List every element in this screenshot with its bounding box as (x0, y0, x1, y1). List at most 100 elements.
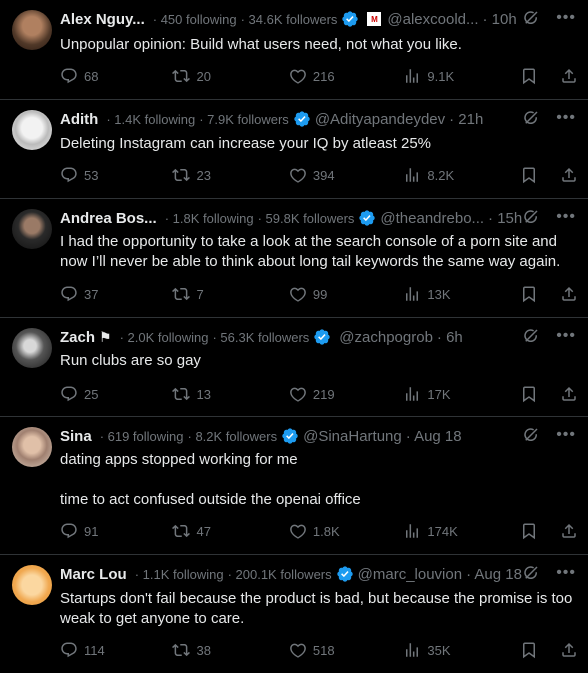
timestamp[interactable]: · 21h (449, 111, 483, 128)
more-icon[interactable]: ••• (556, 564, 576, 582)
retweet-button[interactable]: 20 (172, 67, 288, 85)
retweet-button[interactable]: 7 (172, 285, 288, 303)
user-handle[interactable]: @marc_louvion (358, 566, 462, 583)
share-button[interactable] (560, 285, 578, 303)
share-button[interactable] (560, 641, 578, 659)
followers-count: · 34.6K followers (240, 11, 338, 27)
action-bar: 68 20 216 9.1K (60, 66, 578, 86)
more-icon[interactable]: ••• (556, 327, 576, 345)
grok-icon[interactable] (522, 327, 540, 345)
like-button[interactable]: 1.8K (289, 522, 403, 540)
more-icon[interactable]: ••• (556, 426, 576, 444)
retweet-icon (172, 385, 190, 403)
user-handle[interactable]: @alexcoold... (387, 11, 478, 28)
more-icon[interactable]: ••• (556, 208, 576, 226)
bookmark-button[interactable] (520, 285, 538, 303)
reply-button[interactable]: 53 (60, 166, 172, 184)
avatar[interactable] (12, 427, 52, 467)
reply-icon (60, 641, 78, 659)
grok-icon[interactable] (522, 9, 540, 27)
timestamp[interactable]: · 6h (437, 329, 463, 346)
display-name[interactable]: Alex Nguy... (60, 11, 145, 28)
avatar[interactable] (12, 565, 52, 605)
tweet-card[interactable]: Zach ⚑ · 2.0K following · 56.3K follower… (0, 318, 588, 417)
reply-button[interactable]: 91 (60, 522, 172, 540)
verified-icon (341, 10, 359, 28)
tweet-text: Run clubs are so gay (60, 352, 201, 369)
reply-button[interactable]: 114 (60, 641, 172, 659)
share-button[interactable] (560, 385, 578, 403)
retweet-button[interactable]: 47 (172, 522, 288, 540)
like-button[interactable]: 219 (289, 385, 403, 403)
views-button[interactable]: 8.2K (403, 166, 506, 184)
views-button[interactable]: 17K (403, 385, 506, 403)
bookmark-button[interactable] (520, 67, 538, 85)
views-button[interactable]: 9.1K (403, 67, 506, 85)
views-button[interactable]: 13K (403, 285, 506, 303)
retweet-icon (172, 641, 190, 659)
share-button[interactable] (560, 166, 578, 184)
grok-icon[interactable] (522, 208, 540, 226)
affiliate-badge-icon[interactable]: M (367, 12, 382, 26)
views-button[interactable]: 174K (403, 522, 506, 540)
tweet-card[interactable]: Andrea Bos... · 1.8K following · 59.8K f… (0, 199, 588, 318)
grok-icon[interactable] (522, 426, 540, 444)
header-actions: ••• (522, 327, 576, 345)
display-name[interactable]: Marc Lou (60, 566, 127, 583)
views-icon (403, 385, 421, 403)
retweet-button[interactable]: 38 (172, 641, 288, 659)
verified-icon (336, 565, 354, 583)
action-bar: 91 47 1.8K 174K (60, 521, 578, 541)
views-count: 17K (427, 386, 451, 402)
like-button[interactable]: 99 (289, 285, 403, 303)
grok-icon[interactable] (522, 564, 540, 582)
retweet-button[interactable]: 13 (172, 385, 288, 403)
tweet-card[interactable]: Adith · 1.4K following · 7.9K followers … (0, 100, 588, 199)
views-count: 35K (427, 642, 451, 658)
bookmark-button[interactable] (520, 641, 538, 659)
display-name[interactable]: Adith (60, 111, 98, 128)
avatar[interactable] (12, 328, 52, 368)
display-name[interactable]: Zach (60, 329, 95, 346)
like-button[interactable]: 394 (289, 166, 403, 184)
share-button[interactable] (560, 67, 578, 85)
user-handle[interactable]: @Adityapandeydev (315, 111, 445, 128)
like-button[interactable]: 518 (289, 641, 403, 659)
display-name[interactable]: Andrea Bos... (60, 210, 157, 227)
user-handle[interactable]: @SinaHartung (303, 428, 402, 445)
reply-button[interactable]: 25 (60, 385, 172, 403)
timestamp[interactable]: · 15h (488, 210, 522, 227)
display-name[interactable]: Sina (60, 428, 92, 445)
views-count: 9.1K (427, 68, 455, 84)
user-handle[interactable]: @theandrebo... (380, 210, 484, 227)
views-button[interactable]: 35K (403, 641, 506, 659)
reply-icon (60, 385, 78, 403)
more-icon[interactable]: ••• (556, 109, 576, 127)
avatar[interactable] (12, 110, 52, 150)
timestamp[interactable]: · Aug 18 (466, 566, 522, 583)
retweet-button[interactable]: 23 (172, 166, 288, 184)
verified-icon (313, 328, 331, 346)
timestamp[interactable]: · Aug 18 (406, 428, 462, 445)
bookmark-button[interactable] (520, 385, 538, 403)
tweet-card[interactable]: Marc Lou · 1.1K following · 200.1K follo… (0, 555, 588, 673)
reply-button[interactable]: 68 (60, 67, 172, 85)
more-icon[interactable]: ••• (556, 9, 576, 27)
tweet-card[interactable]: Alex Nguy... · 450 following · 34.6K fol… (0, 0, 588, 100)
timestamp[interactable]: · 10h (483, 11, 517, 28)
reply-button[interactable]: 37 (60, 285, 172, 303)
retweet-icon (172, 166, 190, 184)
followers-count: · 8.2K followers (187, 428, 278, 444)
share-button[interactable] (560, 522, 578, 540)
avatar[interactable] (12, 209, 52, 249)
like-button[interactable]: 216 (289, 67, 403, 85)
views-icon (403, 522, 421, 540)
like-icon (289, 67, 307, 85)
tweet-card[interactable]: Sina · 619 following · 8.2K followers @S… (0, 417, 588, 555)
bookmark-button[interactable] (520, 166, 538, 184)
user-handle[interactable]: @zachpogrob (339, 329, 433, 346)
bookmark-button[interactable] (520, 522, 538, 540)
grok-icon[interactable] (522, 109, 540, 127)
avatar[interactable] (12, 10, 52, 50)
retweet-icon (172, 522, 190, 540)
